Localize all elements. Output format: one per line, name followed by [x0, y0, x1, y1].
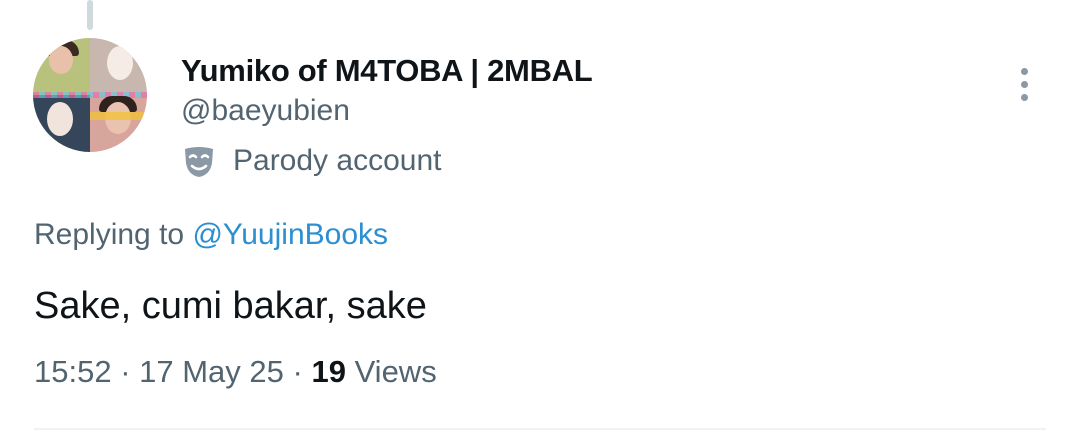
- more-options-icon: [1020, 67, 1028, 75]
- divider: [34, 428, 1046, 430]
- meta-separator: ·: [283, 354, 312, 389]
- reply-mention-link[interactable]: @YuujinBooks: [192, 218, 388, 251]
- tweet-meta: 15:52 · 17 May 25 · 19 Views: [34, 354, 437, 390]
- views-count[interactable]: 19: [311, 354, 345, 389]
- tweet-time[interactable]: 15:52: [34, 354, 112, 389]
- parody-label: Parody account: [181, 142, 441, 180]
- thread-connector-line: [87, 0, 93, 30]
- user-handle[interactable]: @baeyubien: [181, 94, 350, 128]
- tweet-date[interactable]: 17 May 25: [139, 354, 284, 389]
- replying-to: Replying to @YuujinBooks: [34, 218, 388, 252]
- avatar[interactable]: [33, 38, 147, 152]
- theater-mask-icon: [185, 147, 213, 177]
- more-options-button[interactable]: [1006, 62, 1042, 106]
- views-label: Views: [345, 354, 437, 389]
- meta-separator: ·: [111, 354, 140, 389]
- replying-to-prefix: Replying to: [34, 218, 193, 251]
- tweet-text: Sake, cumi bakar, sake: [34, 285, 427, 327]
- display-name[interactable]: Yumiko of M4TOBA | 2MBAL: [181, 53, 593, 89]
- parody-label-text: Parody account: [233, 144, 442, 177]
